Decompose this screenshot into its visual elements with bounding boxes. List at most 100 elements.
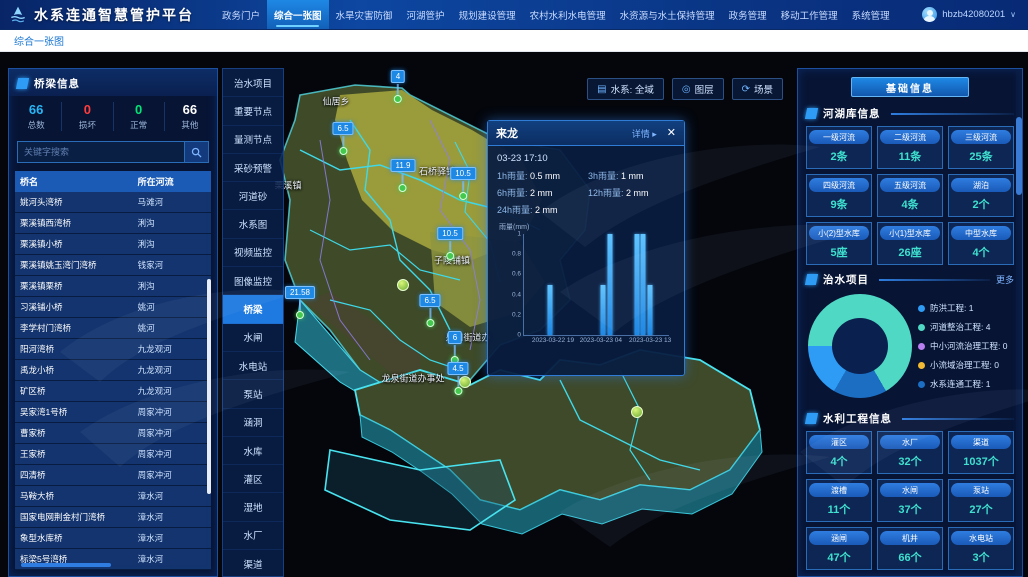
- info-card[interactable]: 小(2)型水库5座: [806, 222, 872, 265]
- info-card[interactable]: 一级河流2条: [806, 126, 872, 169]
- map-control-button[interactable]: ▤水系: 全域: [587, 78, 664, 100]
- layer-menu-item[interactable]: 图像监控: [223, 267, 283, 295]
- nav-item[interactable]: 综合一张图: [267, 0, 329, 29]
- table-row[interactable]: 吴家湾1号桥周家冲河: [15, 402, 211, 423]
- layer-menu-item[interactable]: 水库: [223, 437, 283, 465]
- layer-menu-item[interactable]: 治水项目: [223, 69, 283, 97]
- table-row[interactable]: 禹龙小桥九龙观河: [15, 360, 211, 381]
- marker-pin-icon: [426, 319, 434, 327]
- rain-metric: 12h雨量: 2 mm: [588, 186, 675, 199]
- projects-more-link[interactable]: 更多: [996, 273, 1014, 286]
- map-marker[interactable]: 6.5: [332, 118, 353, 155]
- map-controls: ▤水系: 全域 ◎图层 ⟳场景: [587, 78, 783, 100]
- map-marker[interactable]: 4: [391, 66, 405, 103]
- info-card[interactable]: 泵站27个: [948, 479, 1014, 522]
- poi-icon[interactable]: [397, 279, 409, 291]
- nav-item[interactable]: 政务管理: [722, 0, 774, 29]
- map-marker[interactable]: 6.5: [419, 290, 440, 327]
- station-popup: 来龙 详情 ▸ ✕ 03-23 17:10 1h雨量: 0.5 mm3h雨量: …: [487, 120, 685, 376]
- poi-icon[interactable]: [631, 406, 643, 418]
- nav-item[interactable]: 农村水利水电管理: [523, 0, 613, 29]
- table-row[interactable]: 栗溪镇西湾桥浰沟: [15, 213, 211, 234]
- map-control-button[interactable]: ⟳场景: [732, 78, 783, 100]
- layer-menu-item[interactable]: 水闸: [223, 324, 283, 352]
- table-row[interactable]: 国家电网荆金村门湾桥漳水河: [15, 507, 211, 528]
- legend-item: 中小河流治理工程: 0: [918, 340, 1016, 352]
- info-card[interactable]: 四级河流9条: [806, 174, 872, 217]
- table-row[interactable]: 阳河湾桥九龙观河: [15, 339, 211, 360]
- info-card[interactable]: 中型水库4个: [948, 222, 1014, 265]
- info-card[interactable]: 渡槽11个: [806, 479, 872, 522]
- marker-pin-icon: [296, 311, 304, 319]
- info-card[interactable]: 三级河流25条: [948, 126, 1014, 169]
- nav-item[interactable]: 规划建设管理: [452, 0, 523, 29]
- card-value: 4个: [951, 244, 1011, 260]
- info-card[interactable]: 小(1)型水库26座: [877, 222, 943, 265]
- layer-menu-item[interactable]: 重要节点: [223, 97, 283, 125]
- nav-item[interactable]: 水资源与水土保持管理: [613, 0, 722, 29]
- table-row[interactable]: 马鞍大桥漳水河: [15, 486, 211, 507]
- layer-menu-item[interactable]: 泵站: [223, 380, 283, 408]
- info-card[interactable]: 水厂32个: [877, 431, 943, 474]
- nav-item[interactable]: 河湖管护: [400, 0, 452, 29]
- table-row[interactable]: 王家桥周家冲河: [15, 444, 211, 465]
- map-control-button[interactable]: ◎图层: [672, 78, 724, 100]
- layer-menu-item[interactable]: 渠道: [223, 550, 283, 577]
- nav-item[interactable]: 水旱灾害防御: [329, 0, 400, 29]
- map-marker[interactable]: 21.58: [285, 282, 315, 319]
- table-row[interactable]: 习溪铺小桥姚河: [15, 297, 211, 318]
- rivers-section-header: 河湖库信息: [798, 99, 1022, 126]
- layer-menu-item[interactable]: 灌区: [223, 465, 283, 493]
- table-row[interactable]: 姚河头湾桥马滩河: [15, 192, 211, 213]
- map-marker[interactable]: 4.5: [447, 358, 468, 395]
- map-marker[interactable]: 10.5: [437, 223, 463, 260]
- info-card[interactable]: 渠道1037个: [948, 431, 1014, 474]
- map-marker[interactable]: 11.9: [391, 155, 416, 192]
- user-menu[interactable]: hbzb42080201 ∨: [910, 0, 1028, 29]
- close-icon[interactable]: ✕: [667, 128, 676, 139]
- info-card[interactable]: 二级河流11条: [877, 126, 943, 169]
- table-row[interactable]: 曹家桥周家冲河: [15, 423, 211, 444]
- layer-menu-item[interactable]: 水电站: [223, 352, 283, 380]
- layer-menu-item[interactable]: 量测节点: [223, 126, 283, 154]
- search-button[interactable]: [184, 142, 208, 162]
- chart-y-axis-label: 雨量(mm): [499, 222, 529, 232]
- table-row[interactable]: 矿区桥九龙观河: [15, 381, 211, 402]
- info-card[interactable]: 机井66个: [877, 527, 943, 570]
- legend-item: 水系连通工程: 1: [918, 378, 1016, 390]
- search-input[interactable]: [18, 142, 184, 162]
- info-card[interactable]: 水闸37个: [877, 479, 943, 522]
- layer-menu-item[interactable]: 水系图: [223, 210, 283, 238]
- cell-river-name: 九龙观河: [133, 360, 211, 380]
- rain-metric: 3h雨量: 1 mm: [588, 169, 675, 182]
- table-horizontal-scrollbar[interactable]: [21, 563, 111, 567]
- layer-menu-item[interactable]: 河道砂: [223, 182, 283, 210]
- layer-menu-item[interactable]: 涵洞: [223, 409, 283, 437]
- table-row[interactable]: 李学村门湾桥姚河: [15, 318, 211, 339]
- layer-menu-item[interactable]: 湿地: [223, 493, 283, 521]
- info-card[interactable]: 水电站3个: [948, 527, 1014, 570]
- nav-item[interactable]: 移动工作管理: [774, 0, 845, 29]
- table-vertical-scrollbar[interactable]: [207, 279, 211, 494]
- layer-menu-item[interactable]: 采砂预警: [223, 154, 283, 182]
- table-row[interactable]: 栗溪镇姚玉湾门湾桥钱家河: [15, 255, 211, 276]
- table-row[interactable]: 栗溪镇栗桥浰沟: [15, 276, 211, 297]
- x-tick-label: 2023-03-23 13: [629, 337, 671, 344]
- popup-detail-link[interactable]: 详情 ▸: [632, 127, 657, 140]
- table-row[interactable]: 栗溪镇小桥浰沟: [15, 234, 211, 255]
- info-card[interactable]: 五级河流4条: [877, 174, 943, 217]
- table-row[interactable]: 四清桥周家冲河: [15, 465, 211, 486]
- info-card[interactable]: 涵闸47个: [806, 527, 872, 570]
- layer-menu-item[interactable]: 视频监控: [223, 239, 283, 267]
- layer-menu-item[interactable]: 水厂: [223, 522, 283, 550]
- layer-menu-item[interactable]: 桥梁: [223, 295, 283, 323]
- breadcrumb[interactable]: 综合一张图: [14, 33, 64, 48]
- nav-item[interactable]: 政务门户: [215, 0, 267, 29]
- right-panel-scrollbar[interactable]: [1016, 117, 1022, 195]
- info-card[interactable]: 灌区4个: [806, 431, 872, 474]
- map-marker[interactable]: 10.5: [450, 163, 476, 200]
- tab-basic-info[interactable]: 基础信息: [851, 77, 969, 97]
- info-card[interactable]: 湖泊2个: [948, 174, 1014, 217]
- table-row[interactable]: 象型水库桥漳水河: [15, 528, 211, 549]
- nav-item[interactable]: 系统管理: [845, 0, 897, 29]
